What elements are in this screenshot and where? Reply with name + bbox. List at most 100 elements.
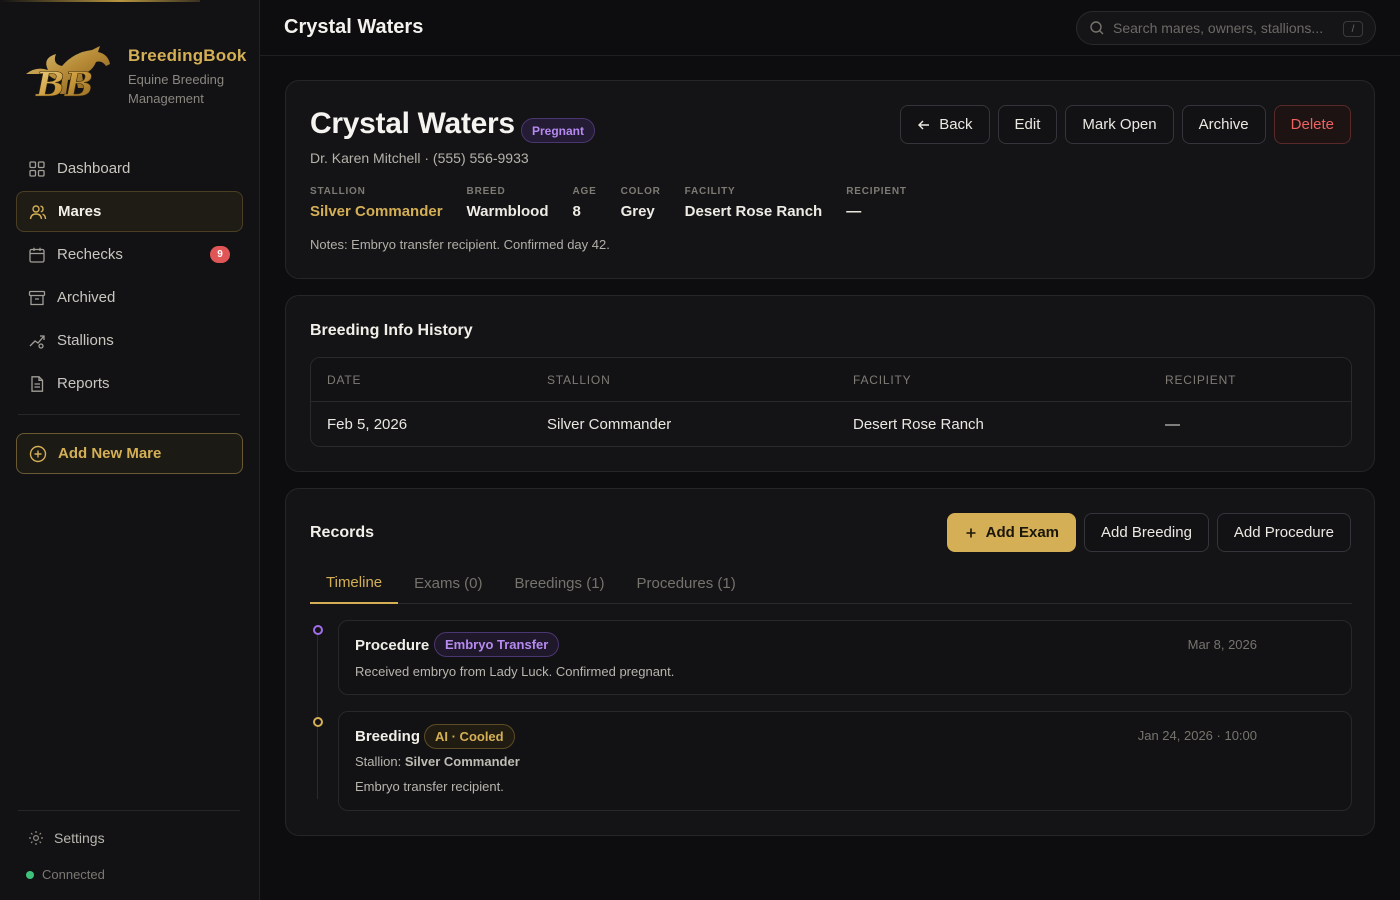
- mare-notes: Notes: Embryo transfer recipient. Confir…: [310, 237, 610, 252]
- section-title: Breeding Info History: [310, 322, 473, 339]
- users-icon: [29, 203, 47, 221]
- event-description: Embryo transfer recipient.: [355, 779, 504, 794]
- sidebar-item-label: Archived: [57, 289, 116, 306]
- fact-age: AGE 8: [572, 186, 596, 220]
- sidebar-item-rechecks[interactable]: Rechecks 9: [16, 234, 243, 275]
- sidebar-divider: [18, 810, 240, 811]
- add-procedure-button[interactable]: Add Procedure: [1216, 513, 1351, 552]
- section-title: Records: [310, 524, 375, 541]
- mare-facts: STALLION Silver Commander BREED Warmbloo…: [310, 186, 931, 220]
- timeline-event-procedure[interactable]: Procedure Embryo Transfer Mar 8, 2026 Re…: [338, 620, 1352, 695]
- document-icon: [28, 375, 46, 393]
- records-card: Records Add Exam Add Breeding Add Proced…: [285, 488, 1375, 836]
- add-exam-button[interactable]: Add Exam: [946, 513, 1077, 552]
- breeding-history-table: DATE STALLION FACILITY RECIPIENT Feb 5, …: [310, 357, 1352, 447]
- fact-label: AGE: [572, 186, 597, 197]
- rechecks-count-badge: 9: [210, 246, 230, 263]
- stallion-icon: [28, 332, 46, 350]
- archive-icon: [28, 289, 46, 307]
- cell-stallion: Silver Commander: [547, 416, 672, 433]
- tab-breedings[interactable]: Breedings (1): [498, 563, 620, 604]
- event-stallion-prefix: Stallion:: [355, 754, 402, 769]
- svg-text:BB: BB: [35, 65, 93, 100]
- fact-facility: FACILITY Desert Rose Ranch: [685, 186, 823, 220]
- fact-label: COLOR: [620, 186, 661, 197]
- stallion-link[interactable]: Silver Commander: [310, 203, 443, 220]
- event-type-badge: AI · Cooled: [424, 724, 515, 749]
- delete-button[interactable]: Delete: [1273, 105, 1351, 144]
- table-header: DATE STALLION FACILITY RECIPIENT: [311, 358, 1351, 402]
- horse-logo-icon: BB: [26, 46, 110, 100]
- cell-date: Feb 5, 2026: [327, 416, 408, 433]
- cell-recipient: —: [1165, 416, 1180, 433]
- fact-breed: BREED Warmblood: [467, 186, 549, 220]
- sidebar-item-stallions[interactable]: Stallions: [16, 320, 243, 361]
- event-title: Breeding: [355, 728, 421, 745]
- timeline-dot: [313, 717, 323, 727]
- sidebar-item-reports[interactable]: Reports: [16, 363, 243, 404]
- status-dot: [26, 870, 34, 879]
- search-icon: [1089, 20, 1105, 36]
- event-date: Mar 8, 2026: [1187, 637, 1257, 652]
- add-exam-label: Add Exam: [985, 524, 1060, 541]
- edit-button[interactable]: Edit: [997, 105, 1058, 144]
- plus-circle-icon: [29, 445, 47, 463]
- add-new-mare-label: Add New Mare: [58, 445, 162, 462]
- fact-recipient: RECIPIENT —: [846, 186, 907, 220]
- event-stallion-name: Silver Commander: [404, 754, 520, 769]
- settings-link[interactable]: Settings: [28, 830, 105, 846]
- sidebar-nav: Dashboard Mares Rechecks 9 Archived Stal…: [16, 148, 243, 406]
- sidebar-divider: [18, 414, 240, 415]
- search-bar[interactable]: /: [1076, 11, 1376, 45]
- mare-name: Crystal Waters: [310, 107, 515, 140]
- connection-status-label: Connected: [42, 867, 105, 882]
- add-new-mare-button[interactable]: Add New Mare: [16, 433, 243, 474]
- gear-icon: [28, 830, 44, 846]
- tab-exams[interactable]: Exams (0): [398, 563, 498, 604]
- back-button[interactable]: Back: [900, 105, 990, 144]
- column-header-facility: FACILITY: [853, 373, 912, 387]
- sidebar-item-label: Dashboard: [57, 160, 131, 177]
- mare-actions: Back Edit Mark Open Archive Delete: [900, 105, 1351, 144]
- tab-procedures[interactable]: Procedures (1): [621, 563, 752, 604]
- archive-button[interactable]: Archive: [1181, 105, 1266, 144]
- connection-status: Connected: [26, 867, 105, 882]
- fact-label: RECIPIENT: [846, 186, 907, 197]
- brand[interactable]: BB BreedingBook Equine Breeding Manageme…: [22, 44, 247, 108]
- arrow-left-icon: [917, 118, 931, 132]
- sidebar-item-label: Stallions: [57, 332, 114, 349]
- status-badge: Pregnant: [521, 118, 596, 143]
- breeding-history-card: Breeding Info History DATE STALLION FACI…: [285, 295, 1375, 472]
- brand-subtitle: Equine Breeding Management: [128, 72, 225, 106]
- fact-label: BREED: [466, 186, 506, 197]
- fact-value: —: [846, 203, 862, 220]
- search-shortcut-hint: /: [1343, 21, 1363, 37]
- timeline-dot: [313, 625, 323, 635]
- fact-color: COLOR Grey: [621, 186, 661, 220]
- sidebar-item-mares[interactable]: Mares: [16, 191, 243, 232]
- page-title: Crystal Waters: [284, 16, 424, 38]
- event-date: Jan 24, 2026 · 10:00: [1137, 728, 1257, 743]
- plus-icon: [964, 526, 978, 540]
- tab-timeline[interactable]: Timeline: [310, 563, 399, 604]
- mare-profile-card: Crystal Waters Pregnant Dr. Karen Mitche…: [285, 80, 1375, 279]
- records-actions: Add Exam Add Breeding Add Procedure: [946, 513, 1351, 552]
- event-title: Procedure: [355, 637, 430, 654]
- sidebar-item-label: Mares: [58, 203, 102, 220]
- grid-icon: [28, 160, 46, 178]
- timeline-event-breeding[interactable]: Breeding AI · Cooled Jan 24, 2026 · 10:0…: [338, 711, 1352, 811]
- sidebar-item-dashboard[interactable]: Dashboard: [16, 148, 243, 189]
- fact-value: Grey: [620, 203, 655, 220]
- event-description: Received embryo from Lady Luck. Confirme…: [355, 664, 675, 679]
- settings-label: Settings: [54, 830, 105, 846]
- mark-open-button[interactable]: Mark Open: [1065, 105, 1174, 144]
- fact-stallion: STALLION Silver Commander: [310, 186, 443, 220]
- brand-name: BreedingBook: [128, 46, 247, 65]
- add-breeding-button[interactable]: Add Breeding: [1084, 513, 1209, 552]
- sidebar: BB BreedingBook Equine Breeding Manageme…: [0, 0, 260, 900]
- search-input[interactable]: [1113, 20, 1341, 36]
- fact-value: 8: [572, 203, 581, 220]
- sidebar-item-archived[interactable]: Archived: [16, 277, 243, 318]
- event-stallion: Stallion: Silver Commander: [355, 754, 520, 769]
- fact-value: Desert Rose Ranch: [684, 203, 823, 220]
